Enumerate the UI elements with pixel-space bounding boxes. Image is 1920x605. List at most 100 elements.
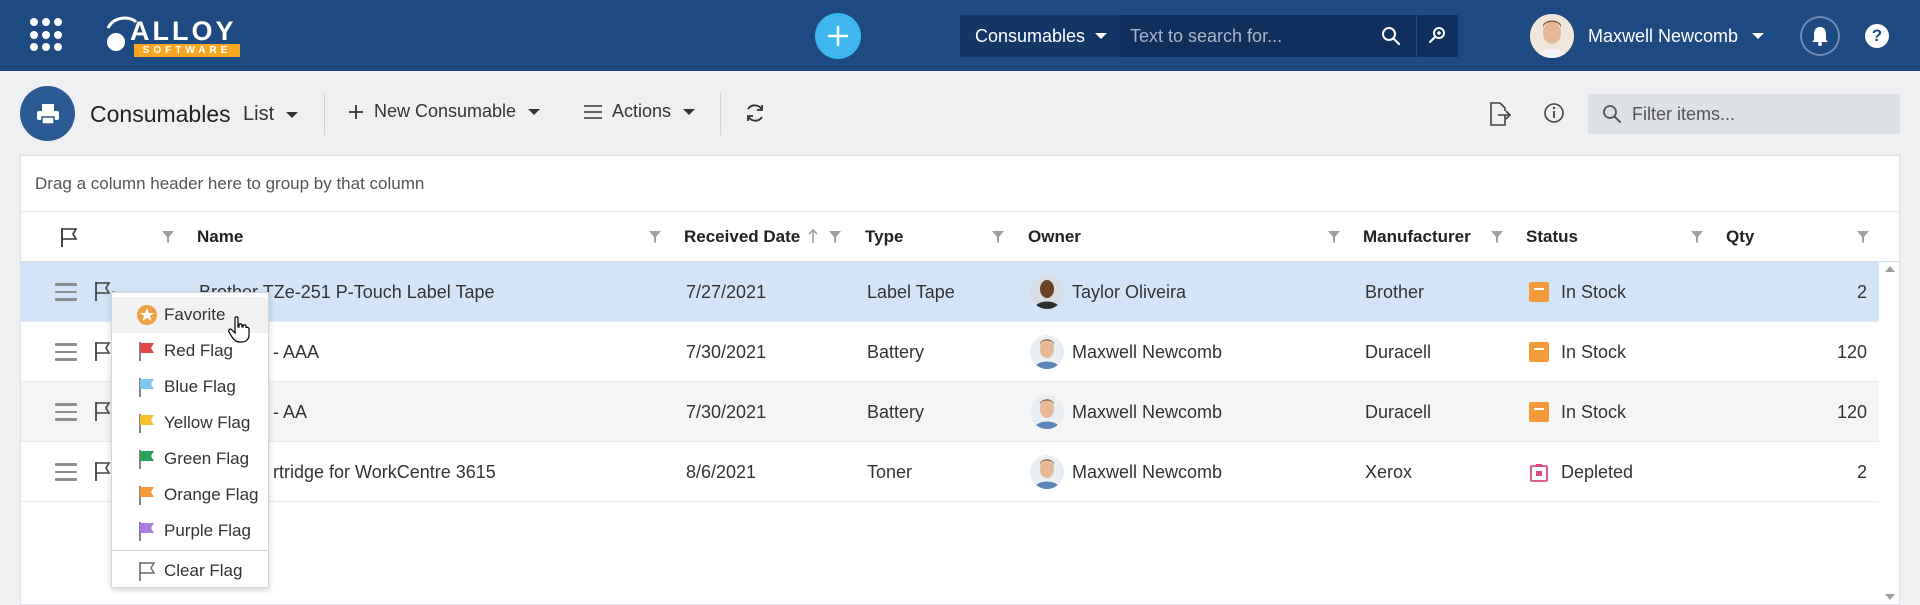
sort-ascending-icon[interactable] [808, 228, 818, 244]
filter-icon[interactable] [161, 230, 175, 244]
manufacturer-column-header[interactable]: Manufacturer [1363, 212, 1471, 262]
top-header: ALLOY SOFTWARE Consumables Text to searc… [0, 0, 1920, 71]
info-icon [1544, 103, 1564, 123]
status-label: In Stock [1561, 401, 1627, 422]
flag-outline-icon [139, 562, 156, 581]
app-launcher-icon[interactable] [30, 18, 64, 52]
received-date-column-header[interactable]: Received Date [684, 212, 800, 262]
search-input[interactable] [1120, 15, 1366, 57]
add-new-button[interactable] [815, 13, 861, 59]
qty-cell: 2 [1856, 281, 1867, 302]
search-button[interactable] [1366, 15, 1416, 57]
filter-icon[interactable] [1490, 230, 1504, 244]
owner-cell[interactable]: Taylor Oliveira [1030, 262, 1186, 322]
flag-menu-label: Favorite [164, 305, 226, 324]
actions-label: Actions [612, 101, 672, 121]
flag-menu-item-yellow[interactable]: Yellow Flag [112, 405, 268, 441]
menu-icon [584, 104, 602, 119]
bell-icon [1812, 27, 1828, 46]
consumables-module-icon [20, 86, 75, 141]
name-cell[interactable]: - AAA [273, 322, 319, 382]
status-label: Depleted [1561, 461, 1634, 482]
new-consumable-button[interactable]: New Consumable [348, 101, 541, 122]
table-row[interactable]: - AAA 7/30/2021 Battery Maxwell Newcomb … [21, 322, 1879, 382]
filter-icon[interactable] [828, 230, 842, 244]
qty-column-header[interactable]: Qty [1726, 212, 1754, 262]
user-avatar [1530, 14, 1574, 58]
flag-menu-item-green[interactable]: Green Flag [112, 441, 268, 477]
alloy-logo[interactable]: ALLOY SOFTWARE [104, 14, 240, 58]
row-menu-icon[interactable] [55, 343, 77, 361]
row-menu-icon[interactable] [55, 463, 77, 481]
table-row[interactable]: - AA 7/30/2021 Battery Maxwell Newcomb D… [21, 382, 1879, 442]
scroll-up-icon[interactable] [1885, 266, 1895, 272]
info-button[interactable] [1542, 101, 1568, 127]
flag-menu-item-purple[interactable]: Purple Flag [112, 513, 268, 549]
scroll-down-icon[interactable] [1885, 594, 1895, 600]
owner-cell[interactable]: Maxwell Newcomb [1030, 322, 1222, 382]
type-cell: Battery [867, 341, 925, 362]
user-menu[interactable]: Maxwell Newcomb [1530, 14, 1765, 58]
flag-column-header[interactable] [59, 212, 79, 262]
view-select[interactable]: List [243, 103, 299, 126]
chevron-down-icon [683, 108, 696, 115]
table-row[interactable]: rtridge for WorkCentre 3615 8/6/2021 Ton… [21, 442, 1879, 502]
status-cell: In Stock [1529, 262, 1626, 322]
manufacturer-cell: Xerox [1365, 461, 1413, 482]
search-icon [1382, 27, 1401, 46]
help-button[interactable]: ? [1865, 24, 1889, 48]
status-column-header[interactable]: Status [1526, 212, 1578, 262]
manufacturer-cell: Brother [1365, 281, 1425, 302]
name-column-header[interactable]: Name [197, 212, 243, 262]
owner-cell[interactable]: Maxwell Newcomb [1030, 442, 1222, 502]
group-by-hint[interactable]: Drag a column header here to group by th… [21, 156, 1899, 212]
type-cell: Label Tape [867, 281, 955, 302]
name-cell[interactable]: rtridge for WorkCentre 3615 [273, 442, 496, 502]
chevron-down-icon [528, 108, 541, 115]
row-menu-icon[interactable] [55, 283, 77, 301]
in-stock-icon [1529, 282, 1549, 302]
flag-menu-label: Clear Flag [164, 561, 243, 580]
star-icon [137, 305, 157, 325]
user-name: Maxwell Newcomb [1588, 25, 1739, 46]
toolbar-divider [324, 93, 325, 135]
owner-column-header[interactable]: Owner [1028, 212, 1081, 262]
flag-icon [139, 342, 154, 361]
name-cell[interactable]: - AA [273, 382, 307, 442]
table-row[interactable]: Brother TZe-251 P-Touch Label Tape 7/27/… [21, 262, 1879, 322]
type-column-header[interactable]: Type [865, 212, 903, 262]
flag-icon [139, 522, 154, 541]
search-scope-select[interactable]: Consumables [960, 15, 1120, 57]
filter-items-box [1588, 94, 1900, 134]
in-stock-icon [1529, 342, 1549, 362]
owner-cell[interactable]: Maxwell Newcomb [1030, 382, 1222, 442]
owner-avatar [1030, 335, 1064, 369]
filter-icon[interactable] [1856, 230, 1870, 244]
filter-icon[interactable] [1327, 230, 1341, 244]
flag-menu-item-clear[interactable]: Clear Flag [112, 553, 268, 589]
filter-input[interactable] [1632, 103, 1892, 125]
actions-button[interactable]: Actions [584, 101, 696, 122]
flag-icon [139, 450, 154, 469]
chevron-down-icon [286, 111, 299, 118]
filter-icon[interactable] [648, 230, 662, 244]
flag-outline-icon [61, 228, 78, 247]
flag-menu-label: Green Flag [164, 449, 250, 468]
filter-icon[interactable] [991, 230, 1005, 244]
refresh-button[interactable] [743, 101, 769, 127]
flag-menu-item-blue[interactable]: Blue Flag [112, 369, 268, 405]
received-date-cell: 7/30/2021 [686, 401, 767, 422]
export-button[interactable] [1486, 101, 1512, 127]
new-consumable-label: New Consumable [374, 101, 517, 121]
logo-text: ALLOY [130, 16, 237, 46]
vertical-scrollbar[interactable] [1881, 264, 1899, 604]
flag-icon [139, 414, 154, 433]
advanced-search-button[interactable] [1416, 15, 1458, 57]
notifications-button[interactable] [1800, 16, 1840, 56]
filter-icon[interactable] [1690, 230, 1704, 244]
global-search: Consumables [960, 15, 1458, 57]
flag-menu-item-orange[interactable]: Orange Flag [112, 477, 268, 513]
manufacturer-cell: Duracell [1365, 341, 1432, 362]
row-menu-icon[interactable] [55, 403, 77, 421]
qty-cell: 120 [1836, 401, 1867, 422]
